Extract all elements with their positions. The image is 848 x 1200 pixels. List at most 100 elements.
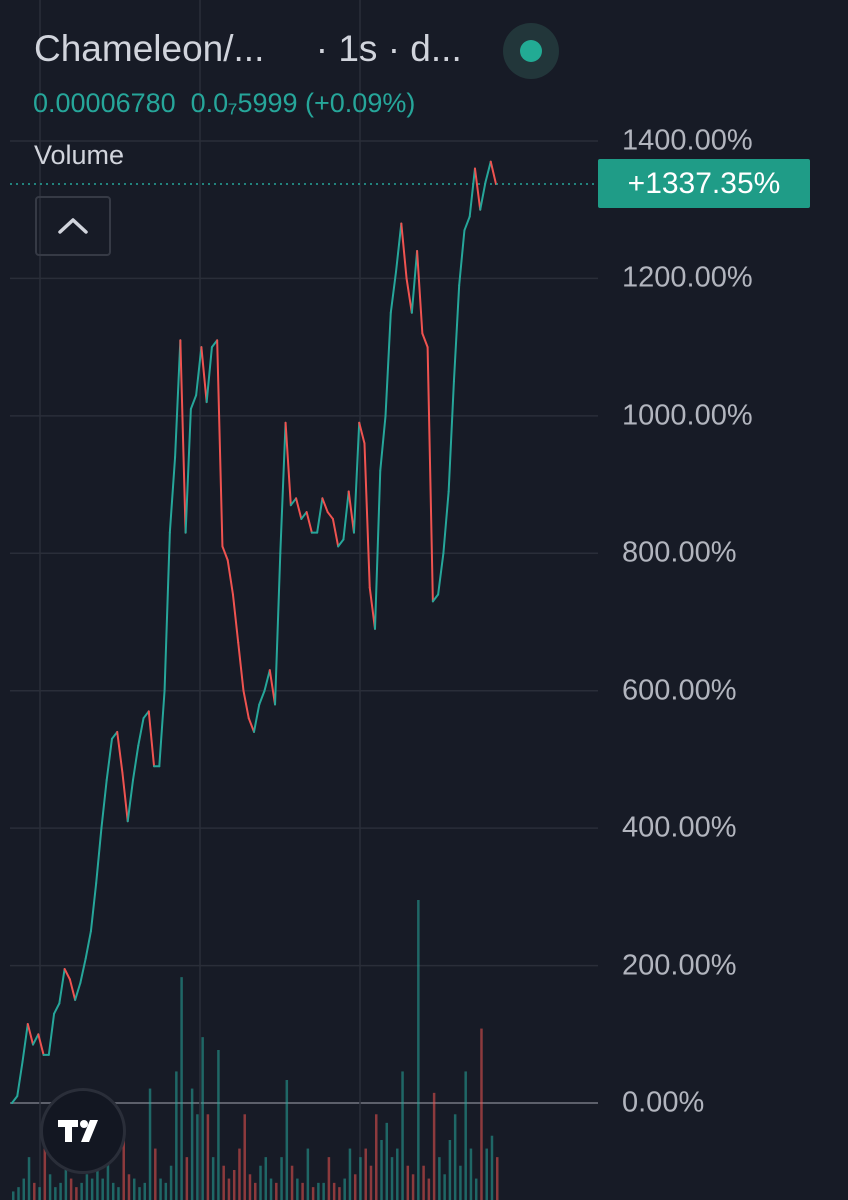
volume-bar: [43, 1148, 47, 1200]
price-segment: [184, 407, 192, 534]
volume-bar: [217, 1050, 220, 1200]
price-segment: [147, 710, 156, 768]
volume-bar: [327, 1157, 331, 1200]
price-segment: [79, 957, 87, 984]
tradingview-logo[interactable]: [40, 1088, 126, 1174]
volume-bar: [17, 1187, 20, 1200]
price-segment: [352, 421, 361, 534]
volume-bar: [401, 1071, 404, 1200]
volume-bar: [133, 1178, 136, 1200]
price-segment: [347, 490, 355, 534]
price-segment: [216, 339, 224, 548]
live-indicator: [503, 23, 559, 79]
volume-bar: [232, 1170, 236, 1200]
price-segment: [442, 490, 450, 555]
volume-bar: [12, 1191, 15, 1200]
live-dot-icon: [520, 40, 542, 62]
volume-bar: [169, 1165, 173, 1200]
volume-bar: [154, 1148, 157, 1200]
price-segment: [321, 497, 329, 514]
volume-bar: [322, 1182, 325, 1200]
volume-bar: [269, 1178, 273, 1200]
volume-bar: [427, 1178, 431, 1200]
symbol-title[interactable]: Chameleon/... · 1s · d...: [34, 28, 462, 70]
price-segment: [400, 222, 408, 280]
price-segment: [263, 669, 271, 692]
volume-bar: [275, 1182, 278, 1200]
price-segment: [179, 339, 187, 534]
price-readout: 0.00006780 0.0₇5999 (+0.09%): [33, 88, 416, 118]
volume-bar: [243, 1114, 246, 1200]
volume-bar: [496, 1157, 499, 1200]
price-segment: [95, 827, 103, 885]
price-segment: [89, 882, 98, 933]
volume-bar: [264, 1157, 268, 1200]
price-segment: [168, 456, 177, 534]
volume-bar: [353, 1174, 357, 1200]
volume-bar: [122, 1140, 125, 1200]
volume-bar: [485, 1148, 488, 1200]
volume-bar: [459, 1165, 462, 1200]
y-tick-label: 1200.00%: [622, 261, 753, 294]
tradingview-logo-icon: [58, 1120, 98, 1142]
volume-bar: [411, 1174, 415, 1200]
volume-bar: [254, 1182, 257, 1200]
price-segment: [253, 703, 261, 733]
price-segment: [258, 689, 266, 706]
volume-bar: [38, 1187, 41, 1200]
volume-bar: [80, 1182, 83, 1200]
volume-bar: [348, 1148, 352, 1200]
price-segment: [374, 469, 382, 630]
price-segment: [326, 511, 334, 520]
volume-bar: [27, 1157, 31, 1200]
volume-bar: [175, 1071, 178, 1200]
price-series: [11, 160, 497, 1104]
price-segment: [363, 442, 371, 589]
volume-bar: [138, 1187, 141, 1200]
y-tick-label: 1400.00%: [622, 124, 753, 157]
price-segment: [105, 737, 113, 782]
price-segment: [63, 968, 71, 981]
price-segment: [452, 284, 461, 383]
price-segment: [163, 531, 171, 692]
price-segment: [126, 779, 134, 823]
price-segment: [384, 311, 392, 417]
volume-bar: [396, 1148, 399, 1200]
price-segment: [342, 490, 350, 541]
volume-bar: [280, 1157, 283, 1200]
collapse-button[interactable]: [35, 196, 111, 256]
volume-bar: [48, 1174, 52, 1200]
price-segment: [331, 517, 340, 548]
price-segment: [116, 730, 124, 775]
price-segment: [289, 497, 298, 507]
volume-bar: [117, 1187, 120, 1200]
volume-bar: [438, 1157, 441, 1200]
y-tick-label: 800.00%: [622, 536, 737, 569]
volume-bar: [69, 1178, 73, 1200]
volume-bar: [306, 1148, 310, 1200]
y-tick-label: 600.00%: [622, 674, 737, 707]
chart-grid: [10, 0, 598, 1200]
price-segment: [305, 511, 313, 534]
price-segment: [489, 160, 497, 186]
volume-bar: [190, 1088, 194, 1200]
volume-bar: [201, 1037, 204, 1200]
volume-bar: [127, 1174, 131, 1200]
volume-bar: [290, 1165, 294, 1200]
price-segment: [174, 339, 182, 459]
price-segment: [16, 1060, 24, 1098]
price-segment: [37, 1033, 45, 1056]
volume-bar: [464, 1071, 467, 1200]
price-segment: [447, 380, 455, 493]
price-segment: [284, 421, 292, 507]
price-segment: [158, 689, 166, 768]
chevron-up-icon: [58, 218, 88, 234]
volume-bar: [206, 1114, 210, 1200]
volume-bar: [148, 1088, 152, 1200]
volume-bar: [185, 1157, 189, 1200]
volume-bar: [385, 1122, 389, 1200]
price-segment: [74, 981, 82, 1001]
volume-bar: [259, 1165, 262, 1200]
volume-bar: [90, 1178, 94, 1200]
price-segment: [205, 346, 213, 404]
